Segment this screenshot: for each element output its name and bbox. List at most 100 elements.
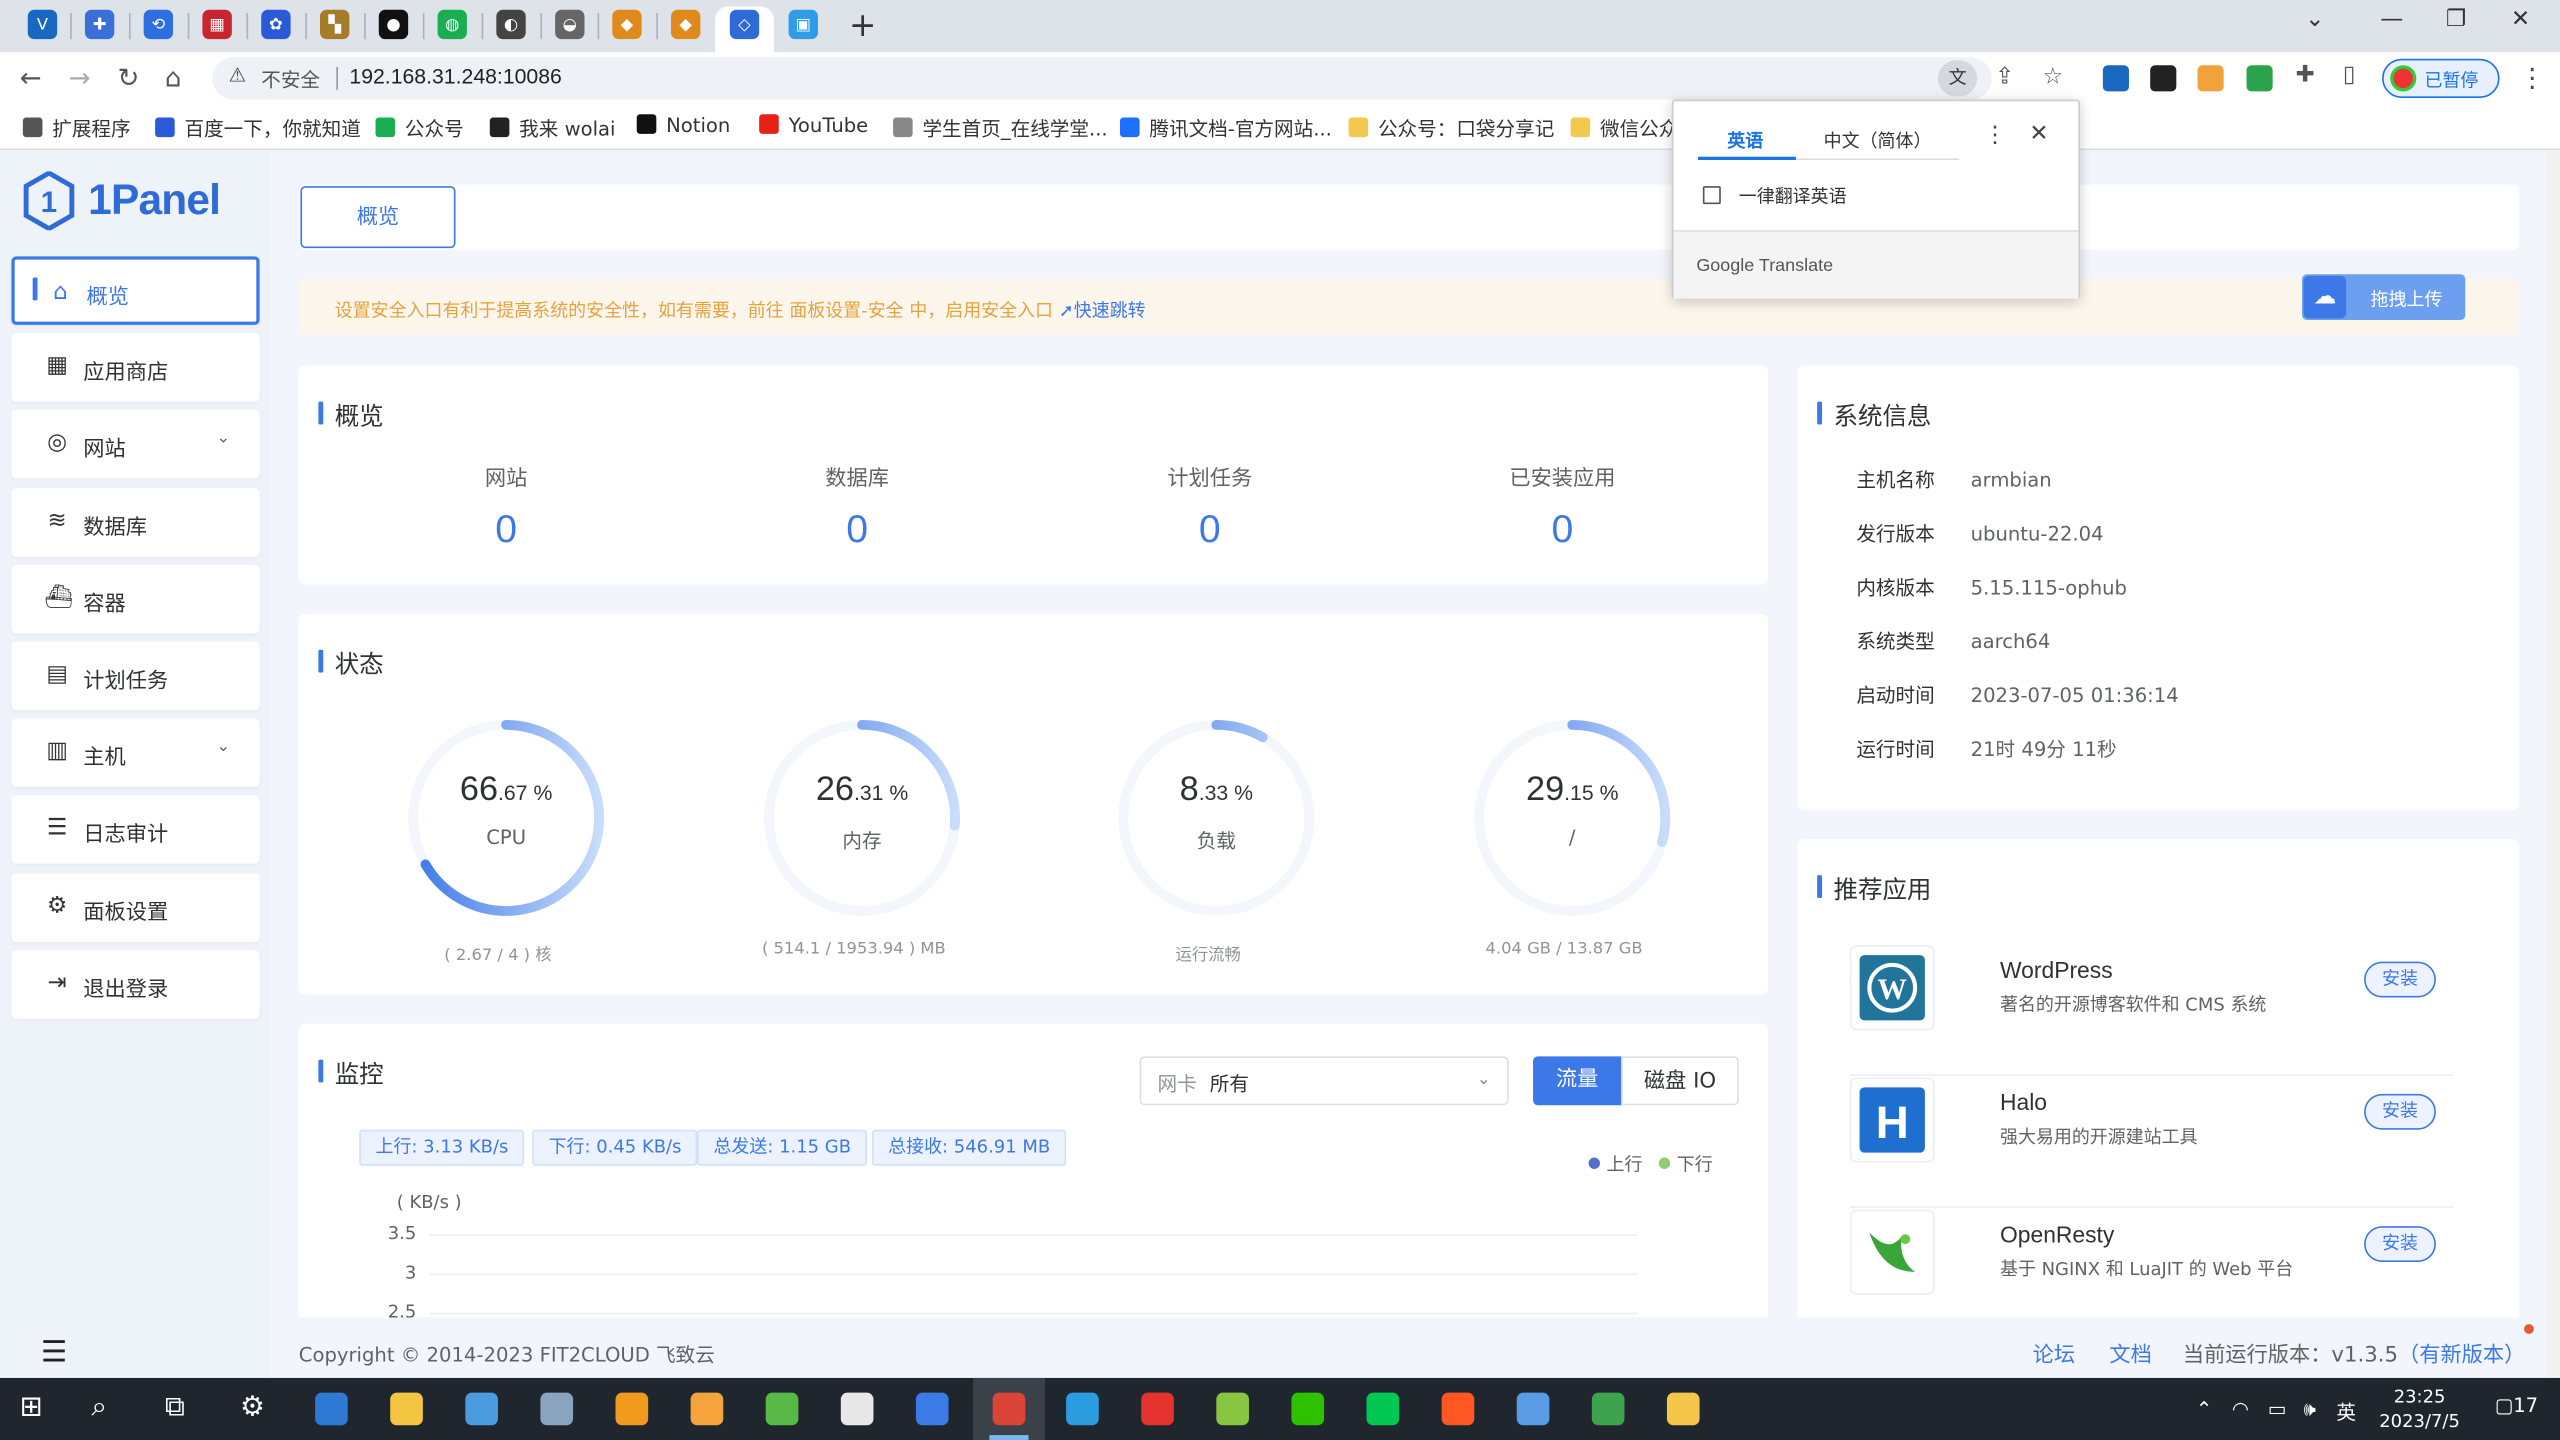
tiger-tab-icon[interactable]: ◆	[612, 9, 642, 40]
bookmark-item[interactable]: 公众号	[375, 114, 464, 142]
notification-center[interactable]: ▢17	[2495, 1394, 2538, 1417]
media-player-icon[interactable]	[690, 1392, 724, 1426]
sidebar-item-5[interactable]: ▤ 计划任务	[11, 641, 260, 711]
minimize-icon[interactable]: —	[2380, 7, 2403, 33]
tiger-tab-icon-2[interactable]: ◆	[671, 9, 701, 40]
more-options-icon[interactable]: ⋮	[1984, 122, 2007, 148]
vuetify-extension-icon[interactable]	[2102, 65, 2129, 92]
bookmark-item[interactable]: 微信公众	[1570, 114, 1678, 142]
always-translate-checkbox[interactable]	[1702, 186, 1721, 205]
sidebar-item-7[interactable]: ☰ 日志审计	[11, 795, 260, 865]
terminal-app-icon[interactable]	[840, 1392, 874, 1426]
home-button-icon[interactable]: ⌂	[165, 62, 182, 93]
translate-source-tab[interactable]: 英语	[1727, 127, 1763, 153]
green-swirl-tab-icon[interactable]: ◍	[437, 9, 467, 40]
halo-logo-icon[interactable]: H	[1849, 1077, 1935, 1163]
wordpress-logo-icon[interactable]: W	[1849, 945, 1935, 1031]
overview-stat[interactable]: 计划任务 0	[1112, 460, 1308, 553]
sidebar-item-0[interactable]: ⌂ 概览	[11, 256, 260, 325]
bookmark-item[interactable]: Notion	[636, 114, 730, 137]
app-name[interactable]: OpenResty	[2000, 1221, 2114, 1247]
bookmark-item[interactable]: YouTube	[759, 114, 868, 137]
1panel-tab-icon[interactable]: ◇	[729, 9, 760, 40]
disk-io-toggle-button[interactable]: 磁盘 IO	[1621, 1056, 1739, 1106]
music-note-icon[interactable]	[1591, 1392, 1625, 1426]
bookmark-item[interactable]: 公众号：口袋分享记	[1348, 114, 1554, 142]
new-version-link[interactable]: （有新版本）	[2398, 1344, 2525, 1368]
install-button[interactable]: 安装	[2364, 1226, 2436, 1263]
tray-chevron-icon[interactable]: ⌃	[2196, 1398, 2212, 1421]
legend-download[interactable]: 下行	[1658, 1151, 1713, 1177]
app-name[interactable]: WordPress	[2000, 957, 2113, 983]
new-tab-plus-icon[interactable]: +	[849, 5, 876, 44]
sidebar-item-4[interactable]: ⛴ 容器	[11, 564, 260, 634]
baidu-translate-tab-icon[interactable]: ⟲	[143, 9, 174, 40]
ime-indicator[interactable]: 英	[2336, 1398, 2356, 1426]
legend-upload[interactable]: 上行	[1588, 1151, 1642, 1177]
wechat-icon[interactable]	[1291, 1392, 1325, 1426]
shield-extension-icon[interactable]	[2197, 65, 2224, 92]
quick-jump-link[interactable]: ➚快速跳转	[1059, 300, 1146, 321]
sidebar-item-1[interactable]: ▦ 应用商店	[11, 333, 260, 402]
translate-target-tab[interactable]: 中文（简体）	[1824, 127, 1932, 153]
profile-paused-button[interactable]: 已暂停	[2382, 58, 2500, 98]
grid-extension-icon[interactable]	[2246, 65, 2273, 92]
1panel-logo[interactable]: 1 1Panel	[23, 168, 252, 233]
gray-cat-tab-icon[interactable]: ◒	[555, 9, 585, 40]
forward-arrow-icon[interactable]: →	[69, 62, 91, 93]
grid-tab-icon[interactable]: ▚	[319, 9, 350, 40]
page-scrollbar[interactable]	[2546, 151, 2560, 1378]
tab-overview[interactable]: 概览	[300, 186, 456, 249]
overview-stat[interactable]: 数据库 0	[759, 460, 955, 553]
netease-music-icon[interactable]	[1141, 1392, 1174, 1426]
volume-icon[interactable]: 🕪	[2304, 1398, 2316, 1422]
sidebar-item-2[interactable]: ◎ 网站 ⌄	[11, 410, 260, 480]
share-icon[interactable]: ⇪	[1995, 64, 2014, 90]
app-name[interactable]: Halo	[2000, 1089, 2047, 1115]
bookmark-item[interactable]: 腾讯文档-官方网站...	[1119, 114, 1332, 142]
puzzle-tab-icon[interactable]: ✚	[84, 9, 115, 40]
bookmark-item[interactable]: 我来 wolai	[489, 114, 616, 142]
nic-select[interactable]: 网卡 所有 ⌄	[1139, 1056, 1509, 1106]
settings-gear-icon[interactable]: ⚙	[240, 1391, 265, 1424]
dark-extension-icon[interactable]	[2150, 65, 2177, 92]
docs-link[interactable]: 文档	[2109, 1337, 2151, 1368]
clover-app-icon[interactable]	[765, 1392, 799, 1426]
overview-stat-value[interactable]: 0	[1464, 508, 1660, 554]
collapse-menu-icon[interactable]: ☰	[41, 1336, 67, 1370]
puzzle-app-icon[interactable]	[1666, 1392, 1700, 1426]
drag-upload-button[interactable]: ☁ 拖拽上传	[2302, 274, 2466, 320]
bookmark-item[interactable]: 学生首页_在线学堂...	[893, 114, 1108, 142]
browser-menu-icon[interactable]: ⋮	[2519, 62, 2545, 93]
install-button[interactable]: 安装	[2364, 961, 2436, 998]
todo-app-icon[interactable]	[915, 1392, 949, 1426]
control-panel-icon[interactable]	[465, 1392, 498, 1426]
remote-desktop-icon[interactable]	[1516, 1392, 1550, 1426]
address-bar[interactable]: ⚠ 不安全 192.168.31.248:10086 文 ⇪ ☆	[212, 57, 2063, 100]
sidebar-item-6[interactable]: ▥ 主机 ⌄	[11, 718, 260, 788]
side-panel-icon[interactable]: ▯	[2343, 62, 2356, 88]
system-clock[interactable]: 23:25 2023/7/5	[2371, 1384, 2469, 1433]
install-button[interactable]: 安装	[2364, 1093, 2436, 1130]
bookmark-item[interactable]: 扩展程序	[22, 114, 131, 142]
overview-stat-value[interactable]: 0	[408, 508, 604, 554]
maximize-icon[interactable]: ❐	[2446, 7, 2467, 33]
wifi-icon[interactable]: ◠	[2232, 1398, 2249, 1421]
openresty-logo-icon[interactable]	[1849, 1209, 1935, 1295]
url-text[interactable]: 192.168.31.248:10086	[349, 64, 561, 88]
battery-icon[interactable]: ▭	[2268, 1398, 2287, 1421]
close-icon[interactable]: ✕	[2029, 121, 2048, 147]
bookmark-item[interactable]: 百度一下，你就知道	[155, 114, 361, 142]
globe-tab-icon[interactable]: ◐	[496, 9, 526, 40]
iqiyi-icon[interactable]	[1366, 1392, 1400, 1426]
forum-link[interactable]: 论坛	[2033, 1337, 2075, 1368]
close-window-icon[interactable]: ✕	[2511, 7, 2530, 33]
media-app-icon[interactable]	[1216, 1392, 1249, 1426]
task-view-icon[interactable]: ⧉	[165, 1391, 185, 1424]
store-app-icon[interactable]	[315, 1392, 348, 1426]
vuetify-tab-icon[interactable]: V	[27, 9, 58, 40]
tab-search-chevron-icon[interactable]: ⌄	[2305, 7, 2324, 33]
qr-tab-icon[interactable]: ▦	[202, 9, 232, 40]
chrome-browser-icon[interactable]	[992, 1392, 1026, 1426]
reload-icon[interactable]: ↻	[118, 62, 140, 93]
